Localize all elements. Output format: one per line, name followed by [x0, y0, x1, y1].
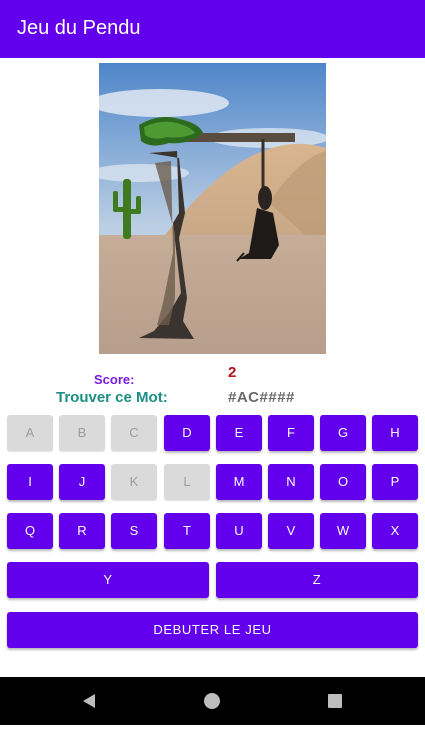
score-label: Score: — [94, 372, 135, 387]
letter-key-z[interactable]: Z — [216, 562, 418, 598]
letter-key-q[interactable]: Q — [7, 513, 53, 549]
letter-key-u[interactable]: U — [216, 513, 262, 549]
letter-key-c: C — [111, 415, 157, 451]
letter-key-a: A — [7, 415, 53, 451]
word-value: #AC#### — [228, 389, 295, 406]
letter-key-i[interactable]: I — [7, 464, 53, 500]
letter-key-d[interactable]: D — [164, 415, 210, 451]
letter-key-l: L — [164, 464, 210, 500]
letter-key-f[interactable]: F — [268, 415, 314, 451]
letter-key-w[interactable]: W — [320, 513, 366, 549]
letter-key-k: K — [111, 464, 157, 500]
score-value: 2 — [228, 364, 237, 381]
letter-key-x[interactable]: X — [372, 513, 418, 549]
app-title: Jeu du Pendu — [17, 17, 141, 39]
app-bar: Jeu du Pendu — [0, 0, 425, 58]
letter-key-p[interactable]: P — [372, 464, 418, 500]
letter-key-e[interactable]: E — [216, 415, 262, 451]
letter-key-n[interactable]: N — [268, 464, 314, 500]
letter-key-v[interactable]: V — [268, 513, 314, 549]
letter-key-s[interactable]: S — [111, 513, 157, 549]
letter-key-t[interactable]: T — [164, 513, 210, 549]
word-label: Trouver ce Mot: — [56, 389, 168, 406]
recents-icon[interactable] — [311, 677, 359, 725]
start-game-button[interactable]: DEBUTER LE JEU — [7, 612, 418, 648]
hangman-picture — [99, 63, 326, 354]
navigation-bar — [0, 677, 425, 725]
letter-key-h[interactable]: H — [372, 415, 418, 451]
letter-key-o[interactable]: O — [320, 464, 366, 500]
letter-key-r[interactable]: R — [59, 513, 105, 549]
letter-key-m[interactable]: M — [216, 464, 262, 500]
home-icon[interactable] — [188, 677, 236, 725]
letter-key-j[interactable]: J — [59, 464, 105, 500]
letter-key-b: B — [59, 415, 105, 451]
back-icon[interactable] — [65, 677, 113, 725]
letter-key-g[interactable]: G — [320, 415, 366, 451]
letter-key-y[interactable]: Y — [7, 562, 209, 598]
